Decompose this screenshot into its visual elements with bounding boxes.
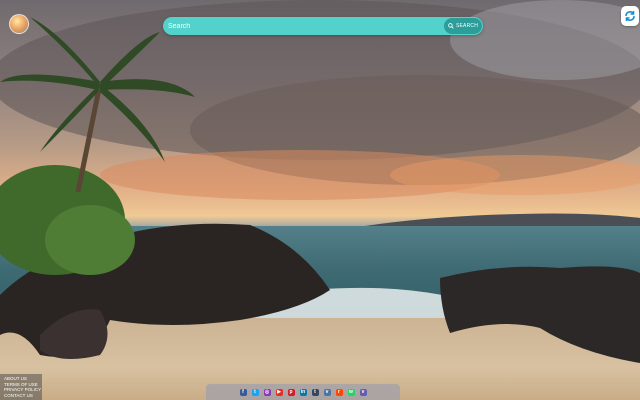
vk-icon[interactable]: v xyxy=(323,388,331,396)
pinterest-icon[interactable]: p xyxy=(287,388,295,396)
search-button-label: SEARCH xyxy=(455,23,479,29)
instagram-icon[interactable]: ◎ xyxy=(263,388,271,396)
search-bar: SEARCH xyxy=(163,16,483,36)
search-input[interactable] xyxy=(163,16,444,36)
palm-tree xyxy=(0,17,195,193)
footer-links: ABOUT US TERMS OF USE PRIVACY POLICY CON… xyxy=(0,374,42,400)
whatsapp-icon[interactable]: w xyxy=(347,388,355,396)
contact-us-link[interactable]: CONTACT US xyxy=(0,393,42,399)
tumblr-icon[interactable]: t xyxy=(311,388,319,396)
facebook-icon[interactable]: f xyxy=(239,388,247,396)
logo-icon[interactable] xyxy=(9,14,29,34)
linkedin-icon[interactable]: in xyxy=(299,388,307,396)
privacy-policy-link[interactable]: PRIVACY POLICY xyxy=(0,387,42,393)
youtube-icon[interactable]: ▶ xyxy=(275,388,283,396)
search-button[interactable]: SEARCH xyxy=(444,18,482,34)
twitter-icon[interactable]: t xyxy=(251,388,259,396)
viber-icon[interactable]: v xyxy=(359,388,367,396)
refresh-icon xyxy=(625,11,635,21)
reddit-icon[interactable]: r xyxy=(335,388,343,396)
search-icon xyxy=(448,23,454,29)
background-wallpaper xyxy=(0,0,640,400)
lava-rocks-right xyxy=(440,266,640,363)
refresh-wallpaper-button[interactable] xyxy=(621,6,639,26)
social-share-bar: f t ◎ ▶ p in t v r w v xyxy=(206,384,400,400)
